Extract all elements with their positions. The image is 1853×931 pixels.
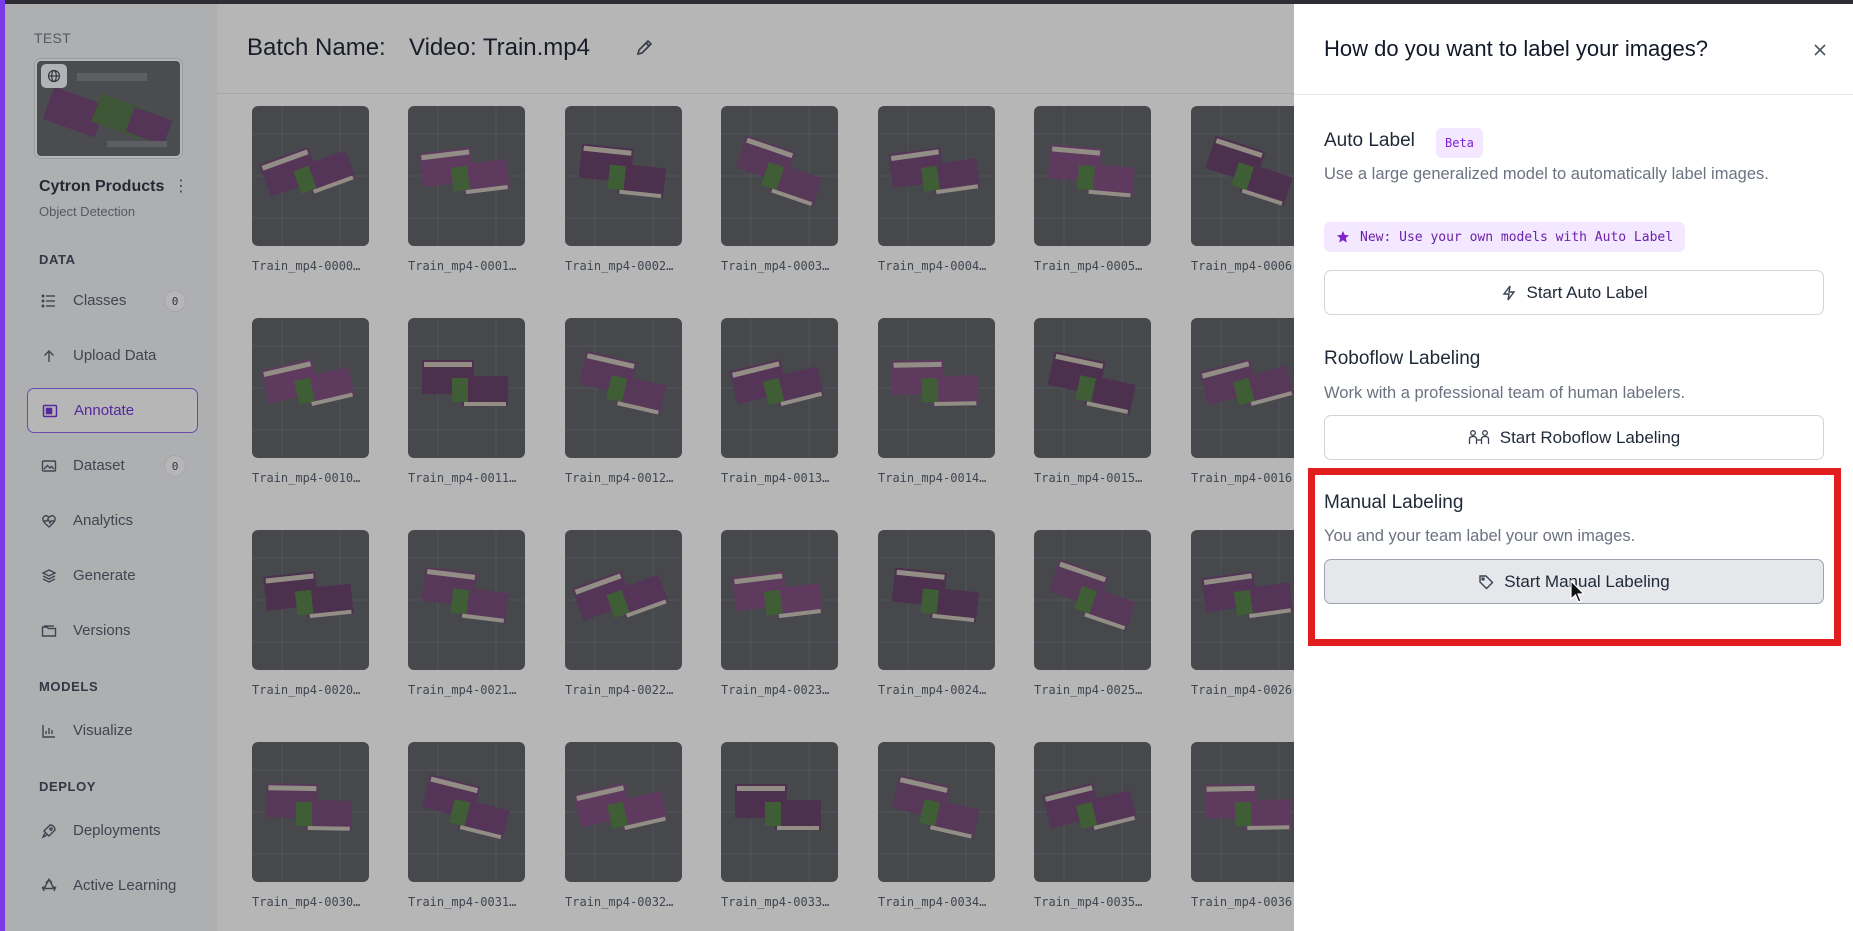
new-feature-note: New: Use your own models with Auto Label bbox=[1324, 222, 1686, 252]
close-icon[interactable] bbox=[1808, 38, 1832, 62]
star-icon bbox=[1337, 231, 1349, 243]
highlight-box bbox=[1308, 468, 1841, 646]
lightning-icon bbox=[1502, 285, 1515, 300]
button-label: Start Roboflow Labeling bbox=[1499, 427, 1681, 447]
accent-bar bbox=[0, 0, 5, 931]
panel-title: How do you want to label your images? bbox=[1324, 36, 1708, 61]
start-roboflow-labeling-button[interactable]: Start Roboflow Labeling bbox=[1324, 415, 1824, 460]
roboflow-labeling-title: Roboflow Labeling bbox=[1324, 348, 1481, 369]
modal-overlay[interactable] bbox=[0, 0, 1294, 931]
auto-label-description: Use a large generalized model to automat… bbox=[1324, 165, 1769, 183]
labeling-options-panel: How do you want to label your images? Au… bbox=[1294, 4, 1853, 931]
app-window: TEST Cytron Products ⋮ Object Detection … bbox=[0, 0, 1853, 931]
button-label: Start Auto Label bbox=[1526, 282, 1648, 302]
beta-badge: Beta bbox=[1436, 128, 1483, 158]
start-auto-label-button[interactable]: Start Auto Label bbox=[1324, 270, 1824, 315]
top-strip bbox=[0, 0, 1853, 4]
mouse-cursor-icon bbox=[1570, 579, 1586, 609]
auto-label-title: Auto Label bbox=[1324, 130, 1415, 151]
panel-divider bbox=[1294, 94, 1853, 95]
roboflow-labeling-description: Work with a professional team of human l… bbox=[1324, 384, 1686, 402]
team-icon bbox=[1468, 429, 1489, 444]
new-feature-text: New: Use your own models with Auto Label bbox=[1360, 229, 1674, 245]
